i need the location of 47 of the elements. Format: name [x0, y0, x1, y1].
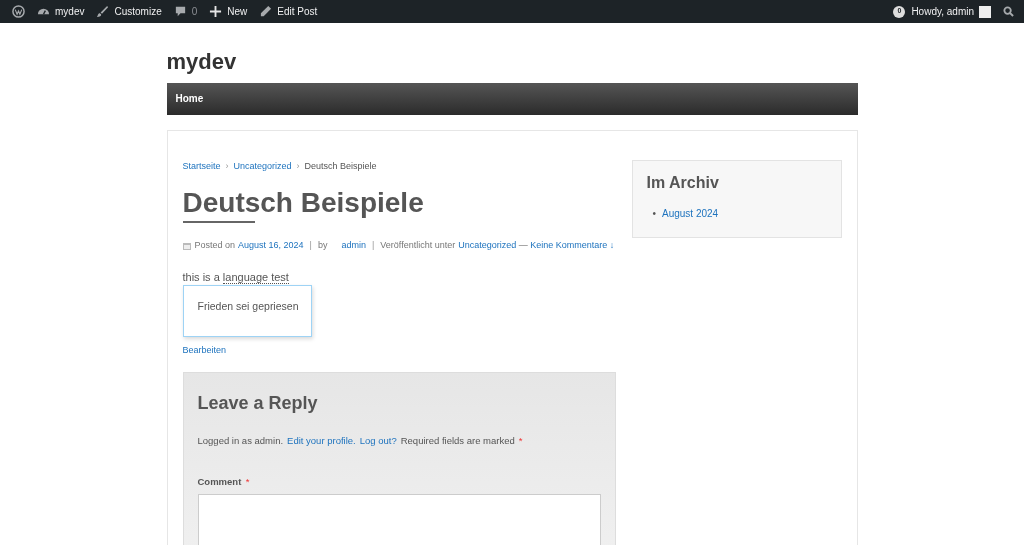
tooltip: Frieden sei gepriesen — [182, 285, 312, 338]
list-bullet: • — [652, 208, 656, 220]
post-title: Deutsch Beispiele — [182, 185, 425, 220]
meta-separator: | — [371, 240, 375, 251]
toolbar-link[interactable]: Customize — [90, 0, 168, 23]
required-fields-note: Required fields are marked — [400, 434, 515, 449]
search-icon[interactable] — [1003, 6, 1014, 17]
body-text: this is a — [182, 271, 221, 284]
login-status-text: Logged in as admin. — [197, 434, 284, 449]
comment-label: Comment — [197, 476, 242, 488]
account-menu[interactable]: Howdy, admin — [911, 4, 974, 19]
toolbar-link[interactable]: mydev — [31, 0, 91, 23]
toolbar-link[interactable]: 0 — [167, 0, 204, 23]
dash: — — [517, 240, 529, 251]
archive-link[interactable]: August 2024 — [662, 208, 719, 220]
logout-link[interactable]: Log out? — [359, 434, 397, 449]
breadcrumb-current: Deutsch Beispiele — [304, 161, 377, 171]
breadcrumb-separator: › — [225, 161, 229, 171]
reply-heading: Leave a Reply — [197, 392, 319, 415]
by-label: by — [317, 240, 328, 251]
breadcrumb-link[interactable]: Uncategorized — [233, 161, 292, 171]
avatar-icon[interactable] — [979, 5, 991, 18]
author-link[interactable]: admin — [341, 240, 366, 251]
category-link[interactable]: Uncategorized — [458, 240, 517, 251]
nav-link-item[interactable]: Home — [175, 93, 204, 104]
breadcrumb-link[interactable]: Startseite — [182, 161, 221, 171]
category-label: Veröffentlicht unter — [380, 240, 456, 251]
brush-icon — [96, 5, 110, 18]
plus-icon — [209, 5, 223, 18]
pencil-icon — [259, 5, 273, 18]
wordpress-logo-icon[interactable] — [12, 5, 25, 18]
speech-bubble-icon — [173, 5, 187, 18]
date-link[interactable]: August 16, 2024 — [238, 240, 304, 251]
breadcrumb-separator: › — [296, 161, 300, 171]
posted-label: Posted on — [194, 240, 236, 251]
toolbar-link[interactable]: Edit Post — [253, 0, 324, 23]
required-mark: * — [518, 434, 523, 449]
calendar-icon — [182, 241, 191, 250]
required-mark: * — [245, 476, 250, 488]
meta-separator: | — [309, 240, 312, 251]
widget-title: Im Archiv — [646, 173, 720, 193]
edit-link[interactable]: Bearbeiten — [182, 343, 227, 358]
glossary-term[interactable]: language test — [222, 271, 289, 285]
comments-link[interactable]: Keine Kommentare ↓ — [530, 240, 615, 251]
toolbar-link[interactable]: New — [203, 0, 254, 23]
edit-profile-link[interactable]: Edit your profile. — [287, 434, 356, 449]
site-title[interactable]: mydev — [166, 45, 858, 78]
